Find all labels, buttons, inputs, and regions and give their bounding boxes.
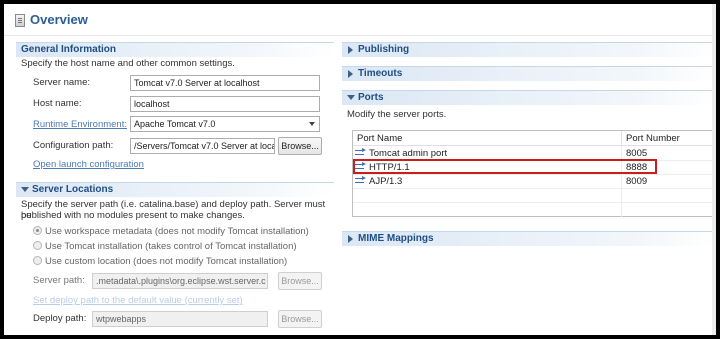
- radio-custom-location[interactable]: Use custom location (does not modify Tom…: [33, 256, 287, 267]
- port-arrows-icon: [355, 148, 367, 157]
- runtime-environment-link[interactable]: Runtime Environment:: [33, 119, 127, 130]
- server-icon: [15, 14, 25, 27]
- port-name: Tomcat admin port: [369, 148, 448, 159]
- server-locations-header[interactable]: Server Locations: [16, 182, 334, 197]
- ports-description: Modify the server ports.: [347, 109, 447, 120]
- open-launch-configuration-link[interactable]: Open launch configuration: [33, 159, 144, 170]
- set-deploy-path-default-link[interactable]: Set deploy path to the default value (cu…: [33, 295, 243, 306]
- deploy-path-input[interactable]: wtpwebapps: [92, 311, 268, 327]
- publishing-title: Publishing: [358, 44, 410, 55]
- server-name-label: Server name:: [33, 77, 91, 88]
- mime-mappings-section-header[interactable]: MIME Mappings: [342, 231, 716, 246]
- table-header-port-name[interactable]: Port Name: [353, 131, 622, 146]
- configuration-path-input[interactable]: /Servers/Tomcat v7.0 Server at loca: [130, 138, 275, 154]
- port-arrows-icon: [355, 176, 367, 185]
- server-locations-description-2: published with no modules present to mak…: [21, 210, 245, 221]
- editor-titlebar: Overview: [4, 4, 716, 36]
- expand-icon: [348, 70, 353, 78]
- ports-title: Ports: [358, 92, 384, 103]
- radio-tomcat-installation[interactable]: Use Tomcat installation (takes control o…: [33, 241, 297, 252]
- server-locations-title: Server Locations: [32, 184, 114, 195]
- timeouts-title: Timeouts: [358, 68, 403, 79]
- port-name: AJP/1.3: [369, 176, 403, 187]
- server-path-label: Server path:: [33, 275, 85, 286]
- table-row[interactable]: AJP/1.3 8009: [353, 175, 716, 188]
- editor-frame: Overview General Information Specify the…: [4, 4, 716, 335]
- configuration-browse-button[interactable]: Browse...: [278, 137, 322, 155]
- collapse-icon: [21, 187, 29, 192]
- radio-tomcat-label: Use Tomcat installation (takes control o…: [45, 241, 297, 252]
- server-path-input[interactable]: .metadata\.plugins\org.eclipse.wst.serve…: [92, 273, 268, 289]
- radio-workspace-label: Use workspace metadata (does not modify …: [45, 226, 309, 237]
- runtime-environment-select[interactable]: Apache Tomcat v7.0: [130, 116, 320, 132]
- configuration-path-label: Configuration path:: [33, 140, 114, 151]
- timeouts-section-header[interactable]: Timeouts: [342, 66, 716, 81]
- row-divider: [353, 188, 716, 189]
- left-column: General Information Specify the host nam…: [16, 42, 334, 328]
- general-description: Specify the host name and other common s…: [21, 58, 235, 69]
- server-path-browse-button[interactable]: Browse...: [278, 272, 322, 290]
- radio-selected-icon: [33, 226, 42, 235]
- expand-icon: [348, 235, 353, 243]
- port-number[interactable]: 8009: [626, 175, 647, 188]
- radio-custom-label: Use custom location (does not modify Tom…: [45, 256, 288, 267]
- ports-table: Port Name Port Number Tomcat admin port …: [352, 130, 716, 217]
- scrollbar[interactable]: [712, 4, 716, 335]
- deploy-path-browse-button[interactable]: Browse...: [278, 310, 322, 328]
- host-name-input[interactable]: localhost: [130, 96, 320, 112]
- publishing-section-header[interactable]: Publishing: [342, 42, 716, 57]
- page-title: Overview: [30, 12, 88, 27]
- ports-section-header[interactable]: Ports: [342, 90, 716, 105]
- runtime-environment-value: Apache Tomcat v7.0: [134, 119, 216, 129]
- expand-icon: [348, 46, 353, 54]
- collapse-icon: [347, 95, 355, 100]
- row-divider: [353, 202, 716, 203]
- table-header-port-number[interactable]: Port Number: [622, 131, 716, 146]
- mime-mappings-title: MIME Mappings: [358, 233, 434, 244]
- radio-icon: [33, 241, 42, 250]
- highlight-box: [353, 159, 657, 174]
- deploy-path-label: Deploy path:: [33, 313, 87, 324]
- radio-workspace-metadata[interactable]: Use workspace metadata (does not modify …: [33, 226, 309, 237]
- server-name-input[interactable]: Tomcat v7.0 Server at localhost: [130, 75, 320, 91]
- host-name-label: Host name:: [33, 98, 82, 109]
- general-information-header: General Information: [16, 42, 334, 57]
- radio-icon: [33, 256, 42, 265]
- chevron-down-icon: [309, 122, 315, 126]
